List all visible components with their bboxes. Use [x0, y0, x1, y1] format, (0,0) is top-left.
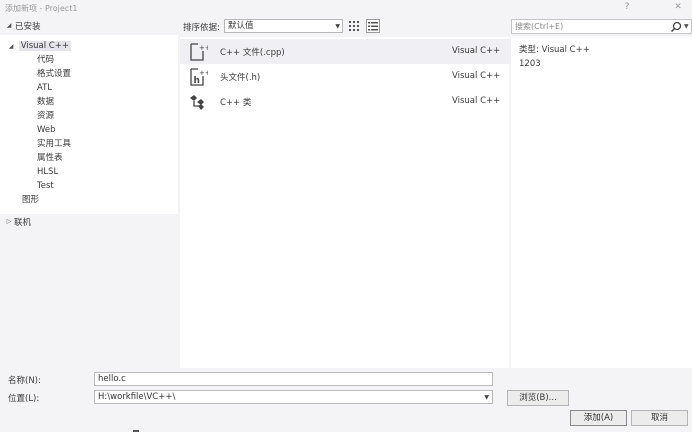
type-value: Visual C++ [541, 45, 590, 55]
tree-item-label: HLSL [37, 167, 59, 177]
header-file-icon: h ++ [190, 68, 208, 86]
template-name: C++ 类 [220, 98, 252, 108]
tree-item-hlsl[interactable]: HLSL [37, 166, 58, 179]
search-icon[interactable] [670, 21, 682, 33]
collapse-triangle-icon[interactable]: ◢ [6, 40, 16, 53]
svg-text:h: h [194, 76, 200, 86]
window-title: 添加新项 - Project1 [5, 4, 78, 13]
list-view-icon [368, 22, 378, 31]
tree-item-label: 代码 [37, 55, 55, 65]
help-button[interactable]: ? [619, 1, 635, 14]
location-input[interactable] [96, 392, 476, 402]
tree-item-label: 资源 [37, 111, 55, 121]
installed-label: 已安装 [15, 22, 41, 32]
tree-item-web[interactable]: Web [37, 124, 56, 137]
sort-label: 排序依据: [183, 23, 220, 33]
type-row: 类型: Visual C++ [519, 43, 590, 55]
svg-text:++: ++ [199, 69, 208, 77]
tree-item-label: ATL [37, 83, 53, 93]
browse-button[interactable]: 浏览(B)... [507, 390, 569, 406]
grid-view-button[interactable] [347, 19, 361, 33]
online-node[interactable]: ▷ 联机 [0, 216, 178, 230]
installed-node[interactable]: ◢ 已安装 [0, 17, 178, 35]
tree-item-label: Test [37, 181, 54, 191]
bottom-form: 名称(N): 位置(L): ▼ 浏览(B)... 添加(A) 取消 [0, 368, 692, 432]
template-item-header-file[interactable]: h ++ 头文件(.h) Visual C++ [180, 64, 509, 89]
template-item-cpp-file[interactable]: ++ C++ 文件(.cpp) Visual C++ [180, 39, 509, 64]
tree-item-graphics[interactable]: 图形 [22, 194, 39, 207]
template-list: ++ C++ 文件(.cpp) Visual C++ h ++ 头文件(.h) … [180, 37, 509, 368]
category-tree: ◢ Visual C++ 代码 格式设置 ATL 数据 资源 Web 实用工具 … [0, 35, 178, 214]
name-label: 名称(N): [8, 376, 41, 386]
tree-item-visual-cpp[interactable]: ◢ Visual C++ [6, 40, 71, 53]
cpp-class-icon [190, 95, 204, 110]
close-button[interactable]: ✕ [670, 1, 686, 14]
svg-text:++: ++ [199, 44, 208, 52]
tree-item-label: 数据 [37, 97, 55, 107]
collapse-triangle-icon[interactable]: ◢ [4, 22, 14, 29]
tree-item-label: 实用工具 [37, 139, 72, 149]
name-field[interactable] [94, 372, 493, 386]
expand-triangle-icon[interactable]: ▷ [4, 218, 14, 225]
tree-item-test[interactable]: Test [37, 180, 54, 193]
add-button[interactable]: 添加(A) [570, 410, 627, 426]
title-bar: 添加新项 - Project1 ? ✕ [0, 0, 692, 16]
tree-item-code[interactable]: 代码 [37, 54, 54, 67]
search-input[interactable] [513, 21, 663, 32]
template-name: 头文件(.h) [220, 73, 261, 83]
name-input[interactable] [96, 374, 486, 384]
type-label: 类型: [519, 45, 539, 55]
template-type: Visual C++ [452, 71, 501, 81]
details-panel: 类型: Visual C++ 1203 [511, 37, 692, 368]
chevron-down-icon[interactable]: ▼ [484, 392, 489, 403]
cpp-file-icon: ++ [190, 43, 208, 61]
template-item-cpp-class[interactable]: C++ 类 Visual C++ [180, 89, 509, 114]
sort-dropdown[interactable]: 默认值 ▼ [224, 19, 343, 33]
tree-item-label: Web [37, 125, 56, 135]
id-value: 1203 [519, 59, 541, 69]
tree-item-property-sheets[interactable]: 属性表 [37, 152, 63, 165]
template-type: Visual C++ [452, 96, 501, 106]
location-dropdown[interactable]: ▼ [94, 390, 493, 404]
tree-item-label: Visual C++ [18, 41, 71, 51]
template-type: Visual C++ [452, 46, 501, 56]
tree-item-label: 属性表 [37, 153, 63, 163]
chevron-down-icon: ▼ [335, 23, 340, 30]
tree-item-label: 图形 [22, 195, 40, 205]
tree-item-label: 格式设置 [37, 69, 72, 79]
tree-item-atl[interactable]: ATL [37, 82, 52, 95]
chevron-down-icon[interactable]: ▼ [684, 21, 689, 33]
tree-item-resource[interactable]: 资源 [37, 110, 54, 123]
tree-item-data[interactable]: 数据 [37, 96, 54, 109]
cancel-button[interactable]: 取消 [631, 410, 688, 426]
location-label: 位置(L): [8, 394, 40, 404]
tree-item-formatting[interactable]: 格式设置 [37, 68, 71, 81]
online-label: 联机 [14, 218, 32, 228]
list-view-button[interactable] [366, 19, 380, 33]
grid-view-icon [349, 21, 359, 31]
tree-item-utility[interactable]: 实用工具 [37, 138, 71, 151]
search-box[interactable]: ▼ [511, 19, 692, 34]
template-name: C++ 文件(.cpp) [220, 48, 285, 58]
sort-value: 默认值 [228, 21, 254, 31]
